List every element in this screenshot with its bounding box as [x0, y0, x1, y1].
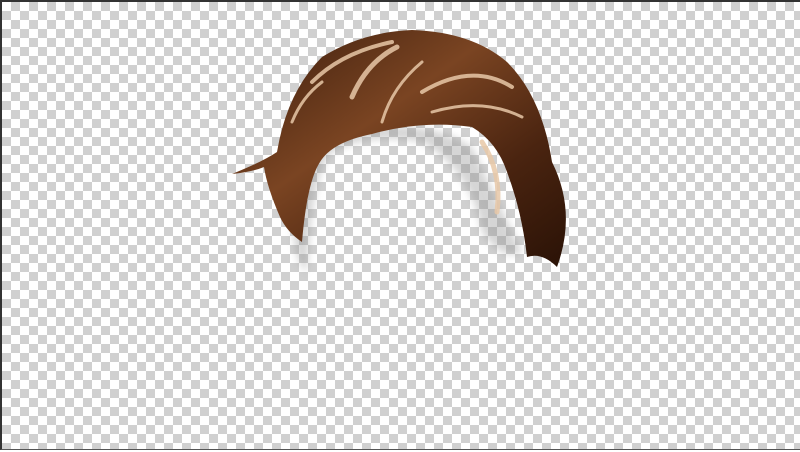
hair-shape	[232, 30, 566, 267]
hair-cutout-image	[232, 30, 566, 273]
transparency-canvas	[0, 0, 800, 450]
